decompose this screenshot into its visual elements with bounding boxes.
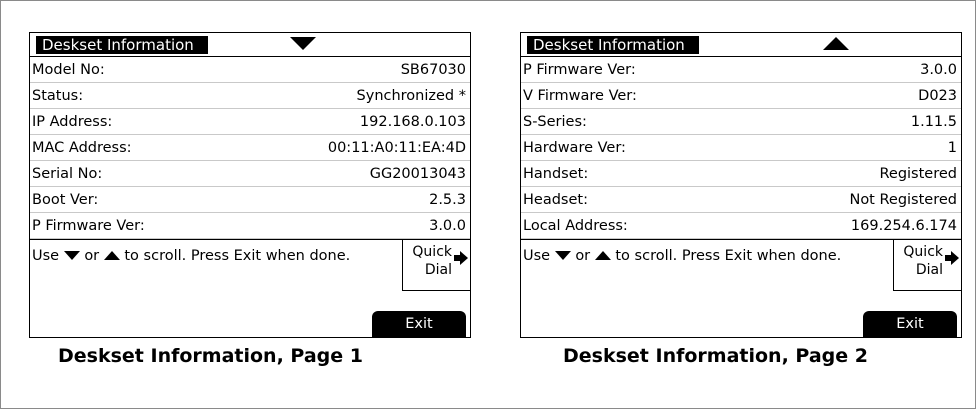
- row-label: S-Series:: [523, 114, 587, 130]
- info-row-model: Model No: SB67030: [30, 57, 470, 83]
- screen-title: Deskset Information: [527, 36, 699, 54]
- down-triangle-icon[interactable]: [290, 37, 316, 51]
- row-value: Registered: [879, 166, 957, 182]
- info-row-p-firmware: P Firmware Ver: 3.0.0: [521, 57, 961, 83]
- down-arrow-icon: [63, 251, 80, 260]
- scroll-hint: Use or to scroll. Press Exit when done.: [523, 246, 893, 266]
- info-row-ip: IP Address: 192.168.0.103: [30, 109, 470, 135]
- up-arrow-icon: [103, 251, 120, 260]
- quick-dial-button[interactable]: Quick Dial: [402, 239, 470, 291]
- row-value: 3.0.0: [920, 62, 957, 78]
- quick-dial-button[interactable]: Quick Dial: [893, 239, 961, 291]
- exit-button[interactable]: Exit: [863, 311, 957, 337]
- row-label: Serial No:: [32, 166, 103, 182]
- info-list: Model No: SB67030 Status: Synchronized * I…: [30, 57, 470, 239]
- row-label: P Firmware Ver:: [523, 62, 636, 78]
- screen-header: Deskset Information: [30, 33, 470, 57]
- row-value: GG20013043: [369, 166, 466, 182]
- scroll-hint: Use or to scroll. Press Exit when done.: [32, 246, 402, 266]
- screen-footer: Use or to scroll. Press Exit when done. …: [30, 239, 470, 337]
- info-list: P Firmware Ver: 3.0.0 V Firmware Ver: D023…: [521, 57, 961, 239]
- right-arrow-icon: [454, 251, 468, 265]
- row-label: MAC Address:: [32, 140, 132, 156]
- row-value: 00:11:A0:11:EA:4D: [327, 140, 466, 156]
- info-row-v-firmware: V Firmware Ver: D023: [521, 83, 961, 109]
- deskset-info-screen-page-1: Deskset Information Model No: SB67030 Sta…: [29, 32, 471, 338]
- quick-dial-label-1: Quick: [903, 244, 943, 260]
- up-arrow-icon: [594, 251, 611, 260]
- row-label: IP Address:: [32, 114, 113, 130]
- hint-suffix: to scroll. Press Exit when done.: [124, 248, 351, 264]
- hint-prefix: Use: [523, 248, 551, 264]
- exit-button[interactable]: Exit: [372, 311, 466, 337]
- row-label: V Firmware Ver:: [523, 88, 637, 104]
- row-label: Model No:: [32, 62, 105, 78]
- row-value: SB67030: [400, 62, 466, 78]
- hint-or: or: [575, 248, 591, 264]
- caption-page-1: Deskset Information, Page 1: [58, 345, 363, 367]
- row-label: Headset:: [523, 192, 588, 208]
- hint-or: or: [84, 248, 100, 264]
- screen-footer: Use or to scroll. Press Exit when done. …: [521, 239, 961, 337]
- quick-dial-label-2: Dial: [915, 262, 943, 278]
- deskset-info-screen-page-2: Deskset Information P Firmware Ver: 3.0.0…: [520, 32, 962, 338]
- row-value: 1.11.5: [910, 114, 957, 130]
- screen-title: Deskset Information: [36, 36, 208, 54]
- row-value: Not Registered: [849, 192, 957, 208]
- info-row-boot: Boot Ver: 2.5.3: [30, 187, 470, 213]
- row-label: Status:: [32, 88, 84, 104]
- row-value: Synchronized *: [356, 88, 466, 104]
- down-arrow-icon: [554, 251, 571, 260]
- row-value: D023: [918, 88, 957, 104]
- hint-prefix: Use: [32, 248, 60, 264]
- row-label: Local Address:: [523, 218, 628, 234]
- info-row-serial: Serial No: GG20013043: [30, 161, 470, 187]
- hint-suffix: to scroll. Press Exit when done.: [615, 248, 842, 264]
- caption-page-2: Deskset Information, Page 2: [563, 345, 868, 367]
- right-arrow-icon: [945, 251, 959, 265]
- row-value: 2.5.3: [429, 192, 466, 208]
- quick-dial-label-2: Dial: [424, 262, 452, 278]
- quick-dial-label-1: Quick: [412, 244, 452, 260]
- info-row-p-firmware: P Firmware Ver: 3.0.0: [30, 213, 470, 239]
- row-value: 3.0.0: [429, 218, 466, 234]
- row-label: Handset:: [523, 166, 589, 182]
- up-triangle-icon[interactable]: [823, 37, 849, 51]
- row-label: Boot Ver:: [32, 192, 99, 208]
- row-value: 1: [947, 140, 957, 156]
- row-value: 192.168.0.103: [359, 114, 466, 130]
- screen-header: Deskset Information: [521, 33, 961, 57]
- info-row-handset: Handset: Registered: [521, 161, 961, 187]
- info-row-mac: MAC Address: 00:11:A0:11:EA:4D: [30, 135, 470, 161]
- info-row-headset: Headset: Not Registered: [521, 187, 961, 213]
- info-row-status: Status: Synchronized *: [30, 83, 470, 109]
- info-row-local-address: Local Address: 169.254.6.174: [521, 213, 961, 239]
- info-row-hardware: Hardware Ver: 1: [521, 135, 961, 161]
- row-label: P Firmware Ver:: [32, 218, 145, 234]
- row-label: Hardware Ver:: [523, 140, 626, 156]
- row-value: 169.254.6.174: [850, 218, 957, 234]
- info-row-s-series: S-Series: 1.11.5: [521, 109, 961, 135]
